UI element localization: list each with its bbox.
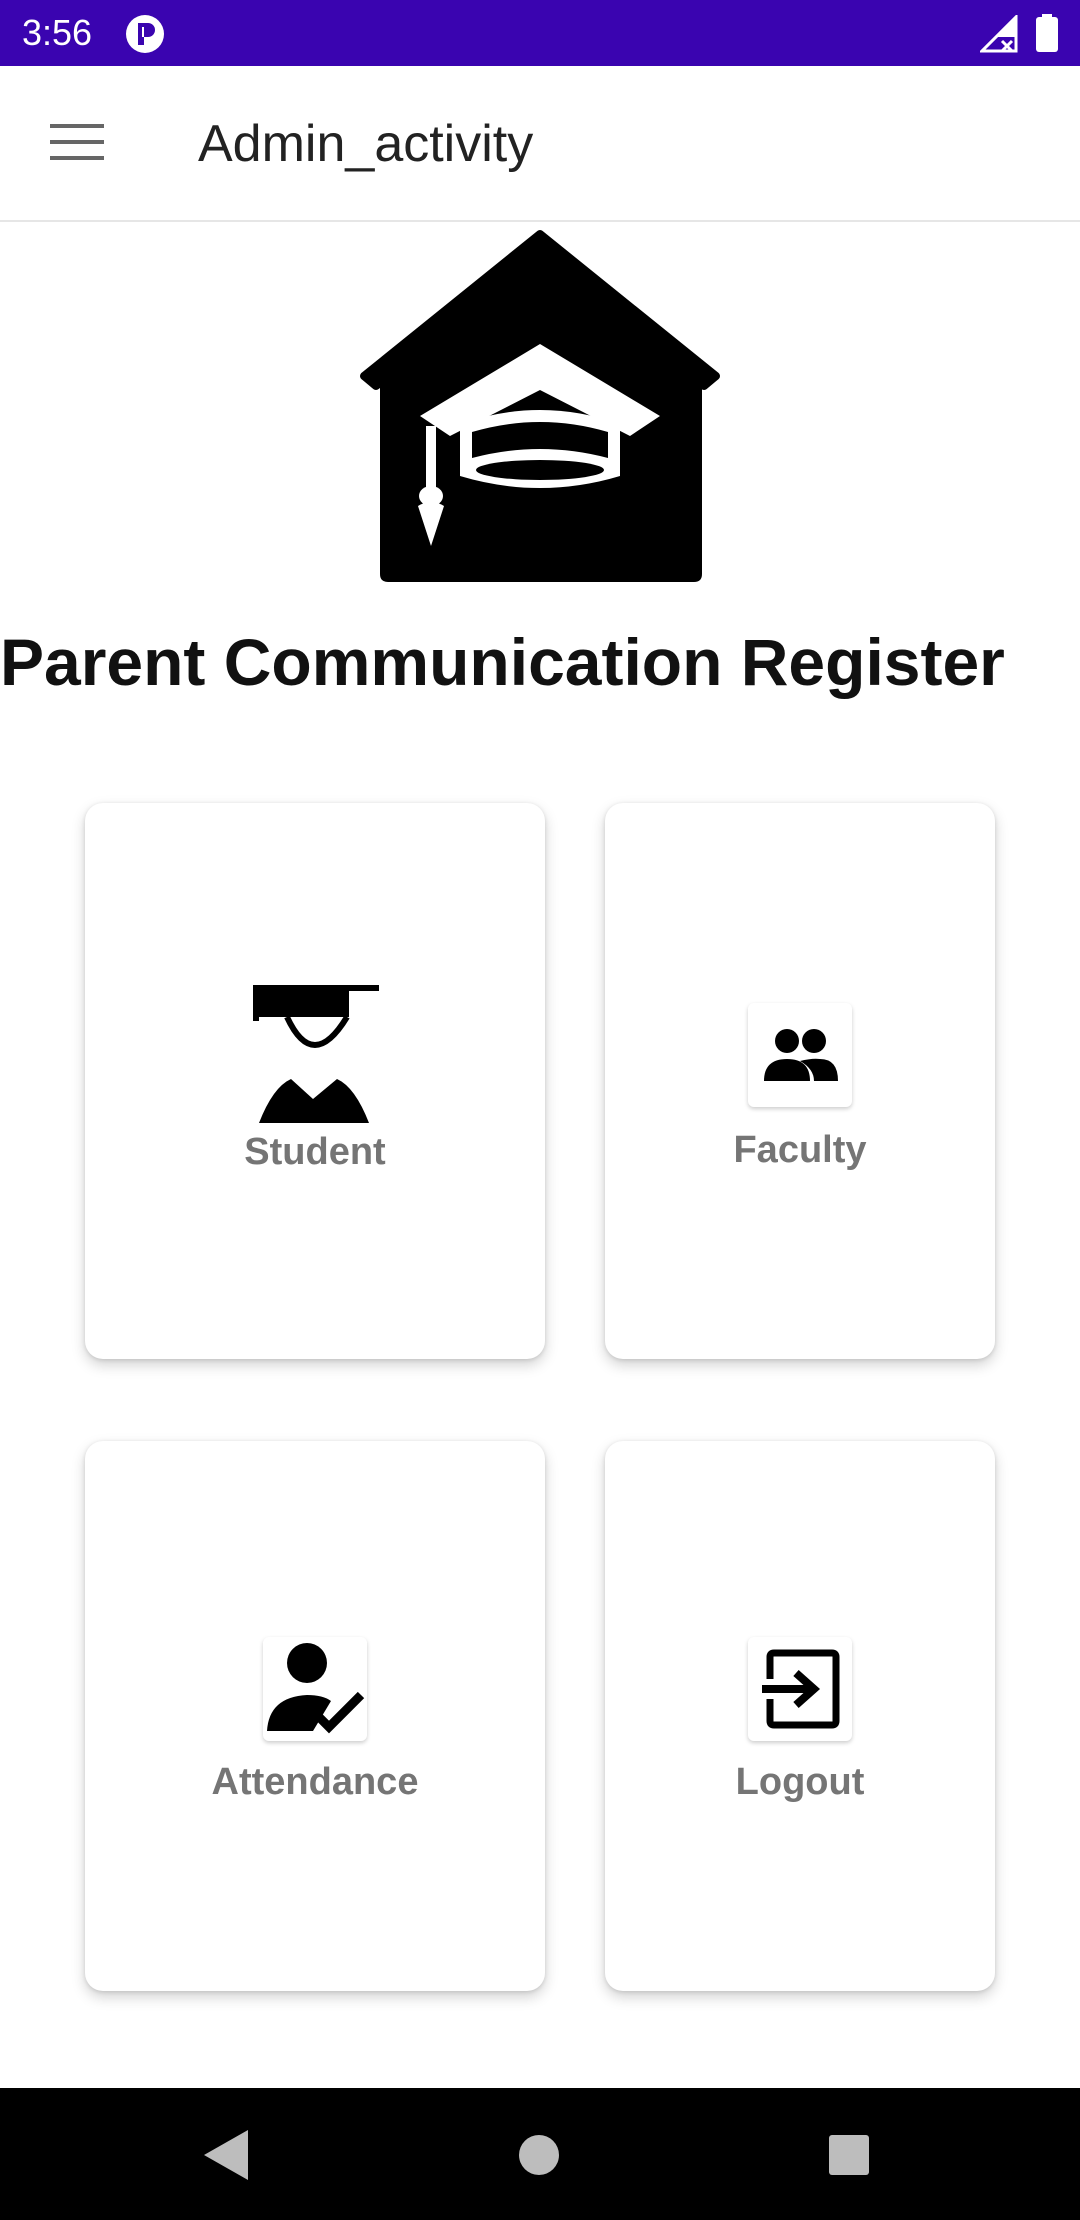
recents-square-icon[interactable]	[828, 2134, 870, 2176]
faculty-icon-tile	[748, 1003, 852, 1107]
logout-icon-tile	[748, 1637, 852, 1741]
attendance-label: Attendance	[211, 1761, 419, 1803]
faculty-label: Faculty	[733, 1129, 867, 1171]
status-time: 3:56	[22, 12, 93, 53]
hamburger-menu-icon[interactable]	[50, 122, 104, 162]
app-bar-title: Admin_activity	[198, 115, 534, 173]
status-bar: 3:56	[0, 0, 1080, 66]
faculty-card[interactable]: Faculty	[605, 803, 995, 1359]
battery-icon	[1036, 14, 1058, 52]
home-circle-icon[interactable]	[518, 2134, 560, 2176]
app-bar: Admin_activity	[0, 66, 1080, 222]
people-group-icon	[764, 1029, 838, 1081]
logout-card[interactable]: Logout	[605, 1441, 995, 1991]
back-triangle-icon[interactable]	[204, 2130, 248, 2180]
signal-no-data-icon	[980, 15, 1018, 53]
app-notification-icon	[126, 15, 164, 53]
system-nav-bar	[0, 2088, 1080, 2220]
page-title: Parent Communication Register	[0, 625, 1005, 699]
logout-label: Logout	[735, 1761, 865, 1803]
student-label: Student	[244, 1131, 386, 1173]
person-check-icon	[267, 1643, 365, 1734]
student-card[interactable]: Student	[85, 803, 545, 1359]
exit-arrow-icon	[762, 1649, 840, 1729]
school-house-graduation-cap-icon	[360, 230, 720, 582]
student-graduate-icon	[253, 985, 379, 1123]
attendance-icon-tile	[263, 1637, 367, 1741]
attendance-card[interactable]: Attendance	[85, 1441, 545, 1991]
